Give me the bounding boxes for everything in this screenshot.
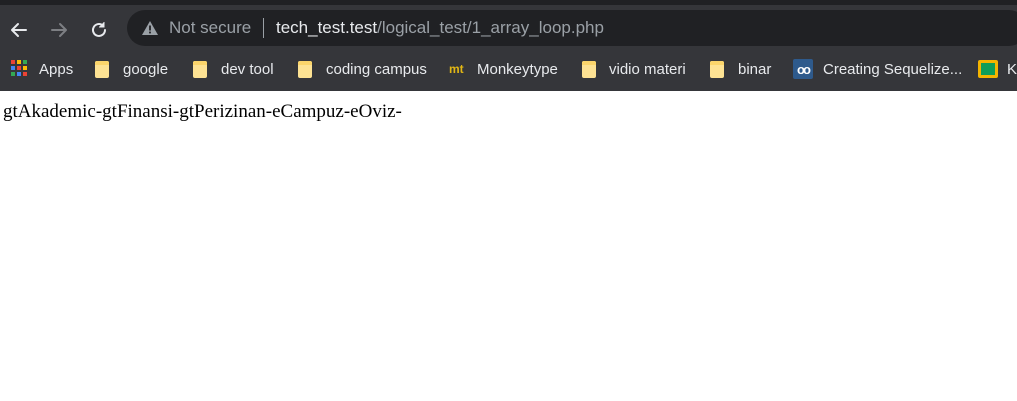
forward-button[interactable] xyxy=(46,17,72,43)
browser-toolbar: Not secure tech_test.test/logical_test/1… xyxy=(0,0,1017,54)
folder-icon xyxy=(710,60,724,78)
bookmarks-bar: Apps google dev tool coding campus mt Mo… xyxy=(0,54,1017,91)
arrow-right-icon xyxy=(51,23,67,37)
sequelize-icon: oo xyxy=(793,59,813,79)
bookmark-label: Monkeytype xyxy=(477,60,558,78)
url-text[interactable]: tech_test.test/logical_test/1_array_loop… xyxy=(276,18,604,38)
bookmark-label: dev tool xyxy=(221,60,274,78)
url-host: tech_test.test xyxy=(276,18,378,37)
apps-grid-icon xyxy=(11,60,29,78)
bookmark-google[interactable]: google xyxy=(95,54,168,84)
bookmark-label: Creating Sequelize... xyxy=(823,60,963,78)
bookmark-label: K xyxy=(1007,60,1017,78)
security-label[interactable]: Not secure xyxy=(169,18,251,38)
bookmark-label: coding campus xyxy=(326,60,427,78)
bookmark-label: Apps xyxy=(39,60,74,78)
arrow-left-icon xyxy=(11,23,27,37)
folder-icon xyxy=(298,60,312,78)
bookmark-vidio-materi[interactable]: vidio materi xyxy=(582,54,686,84)
reload-icon xyxy=(92,22,106,37)
folder-icon xyxy=(95,60,109,78)
php-output-text: gtAkademic-gtFinansi-gtPerizinan-eCampuz… xyxy=(3,101,402,122)
bookmark-monkeytype[interactable]: mt Monkeytype xyxy=(449,54,558,84)
bookmark-k[interactable]: K xyxy=(978,54,1017,84)
monkeytype-icon: mt xyxy=(449,62,464,76)
bookmark-coding-campus[interactable]: coding campus xyxy=(298,54,427,84)
folder-icon xyxy=(193,60,207,78)
classroom-icon xyxy=(978,60,998,78)
bookmark-apps[interactable]: Apps xyxy=(11,54,73,84)
address-bar[interactable]: Not secure tech_test.test/logical_test/1… xyxy=(127,10,1017,46)
url-path: /logical_test/1_array_loop.php xyxy=(377,18,604,37)
back-button[interactable] xyxy=(6,17,32,43)
bookmark-binar[interactable]: binar xyxy=(710,54,771,84)
bookmark-label: binar xyxy=(738,60,772,78)
bookmark-label: google xyxy=(123,60,169,78)
warning-icon[interactable] xyxy=(141,20,159,36)
bookmark-label: vidio materi xyxy=(609,60,686,78)
folder-icon xyxy=(582,60,596,78)
address-separator xyxy=(263,18,264,38)
reload-button[interactable] xyxy=(86,17,112,43)
bookmark-dev-tool[interactable]: dev tool xyxy=(193,54,274,84)
bookmark-creating-sequelize[interactable]: oo Creating Sequelize... xyxy=(793,54,962,84)
